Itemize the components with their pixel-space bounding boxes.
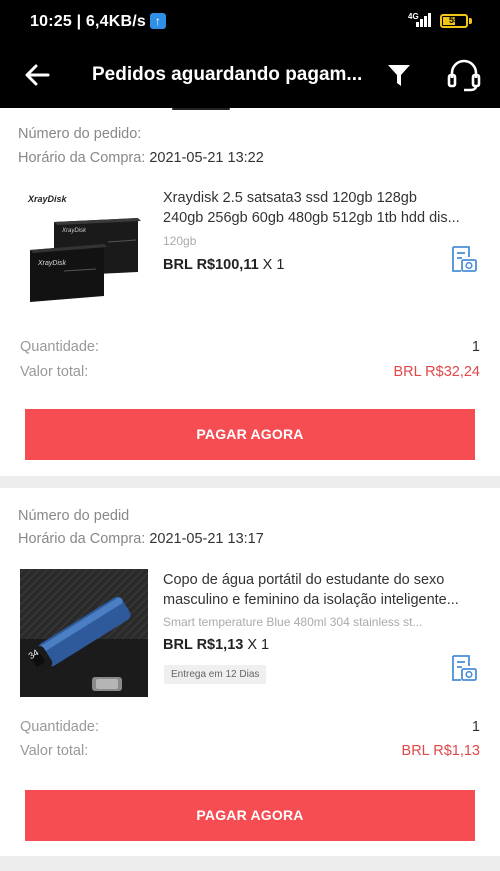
order-card: Número do pedid Horário da Compra: 2021-0… bbox=[0, 488, 500, 856]
quantity-row: Quantidade: 1 bbox=[20, 339, 480, 355]
quantity-label: Quantidade: bbox=[20, 339, 100, 355]
total-value: BRL R$1,13 bbox=[401, 743, 480, 759]
status-time-speed-text: 10:25 | 6,4KB/s bbox=[30, 13, 146, 30]
product-image-brand: XrayDisk bbox=[28, 194, 67, 204]
order-number-row: Número do pedido: bbox=[18, 126, 145, 142]
price-line: BRL R$1,13 X 1 bbox=[163, 637, 269, 653]
product-title-line2: masculino e feminino da isolação intelig… bbox=[163, 592, 459, 608]
upload-arrow-icon: ↑ bbox=[149, 13, 166, 29]
quantity-value: 1 bbox=[471, 719, 480, 735]
product-title-line1: Copo de água portátil do estudante do se… bbox=[163, 572, 445, 588]
purchase-time-value: 2021-05-21 13:17 bbox=[149, 531, 264, 547]
bottle-image: 34 bbox=[20, 569, 148, 697]
product-price: BRL R$100,11 bbox=[163, 257, 259, 273]
total-label: Valor total: bbox=[20, 743, 89, 759]
app-toolbar: Pedidos aguardando pagam... bbox=[0, 44, 500, 108]
purchase-time-row: Horário da Compra: 2021-05-21 13:17 bbox=[18, 531, 264, 547]
product-image[interactable]: XrayDisk XrayDisk XrayDisk bbox=[20, 184, 148, 312]
filter-icon[interactable] bbox=[386, 61, 412, 89]
purchase-time-label: Horário da Compra: bbox=[18, 531, 146, 547]
product-image[interactable]: 34 bbox=[20, 569, 148, 697]
total-row: Valor total: BRL R$32,24 bbox=[20, 364, 480, 380]
product-quantity: X 1 bbox=[262, 257, 285, 273]
battery-level: 55 bbox=[448, 15, 459, 25]
headset-icon[interactable] bbox=[446, 58, 482, 92]
total-value: BRL R$32,24 bbox=[393, 364, 480, 380]
pay-now-button[interactable]: PAGAR AGORA bbox=[25, 790, 475, 841]
product-title[interactable]: Copo de água portátil do estudante do se… bbox=[163, 570, 481, 610]
page-title: Pedidos aguardando pagam... bbox=[92, 64, 363, 85]
ssd-label-back: XrayDisk bbox=[62, 228, 87, 234]
total-label: Valor total: bbox=[20, 364, 89, 380]
order-card: Número do pedido: Horário da Compra: 2021… bbox=[0, 108, 500, 476]
back-arrow-icon[interactable] bbox=[22, 60, 52, 90]
status-time-speed: 10:25 | 6,4KB/s ↑ bbox=[30, 13, 166, 31]
delivery-tag: Entrega em 12 Dias bbox=[164, 665, 267, 684]
ssd-label-front: XrayDisk bbox=[38, 260, 67, 267]
product-variant: 120gb bbox=[163, 234, 197, 248]
receipt-photo-icon[interactable] bbox=[448, 244, 478, 274]
battery-tip bbox=[469, 18, 472, 24]
purchase-time-row: Horário da Compra: 2021-05-21 13:22 bbox=[18, 150, 264, 166]
battery-icon: 55 bbox=[440, 14, 468, 28]
purchase-time-value: 2021-05-21 13:22 bbox=[149, 150, 264, 166]
product-title-line2: 240gb 256gb 60gb 480gb 512gb 1tb hdd dis… bbox=[163, 210, 460, 226]
signal-icon bbox=[416, 13, 434, 27]
quantity-value: 1 bbox=[471, 339, 480, 355]
price-line: BRL R$100,11 X 1 bbox=[163, 257, 284, 273]
product-title-line1: Xraydisk 2.5 satsata3 ssd 120gb 128gb bbox=[163, 190, 417, 206]
product-variant: Smart temperature Blue 480ml 304 stainle… bbox=[163, 615, 423, 629]
pay-now-button[interactable]: PAGAR AGORA bbox=[25, 409, 475, 460]
product-title[interactable]: Xraydisk 2.5 satsata3 ssd 120gb 128gb 24… bbox=[163, 188, 481, 228]
total-row: Valor total: BRL R$1,13 bbox=[20, 743, 480, 759]
quantity-row: Quantidade: 1 bbox=[20, 719, 480, 735]
purchase-time-label: Horário da Compra: bbox=[18, 150, 146, 166]
order-number-label: Número do pedido: bbox=[18, 126, 142, 142]
status-bar: 10:25 | 6,4KB/s ↑ 4G 55 bbox=[0, 0, 500, 44]
product-quantity: X 1 bbox=[247, 637, 270, 653]
order-number-row: Número do pedid bbox=[18, 508, 133, 524]
scroll-artifact bbox=[172, 108, 230, 110]
product-price: BRL R$1,13 bbox=[163, 637, 244, 653]
quantity-label: Quantidade: bbox=[20, 719, 100, 735]
receipt-photo-icon[interactable] bbox=[448, 653, 478, 683]
order-number-label: Número do pedid bbox=[18, 508, 130, 524]
